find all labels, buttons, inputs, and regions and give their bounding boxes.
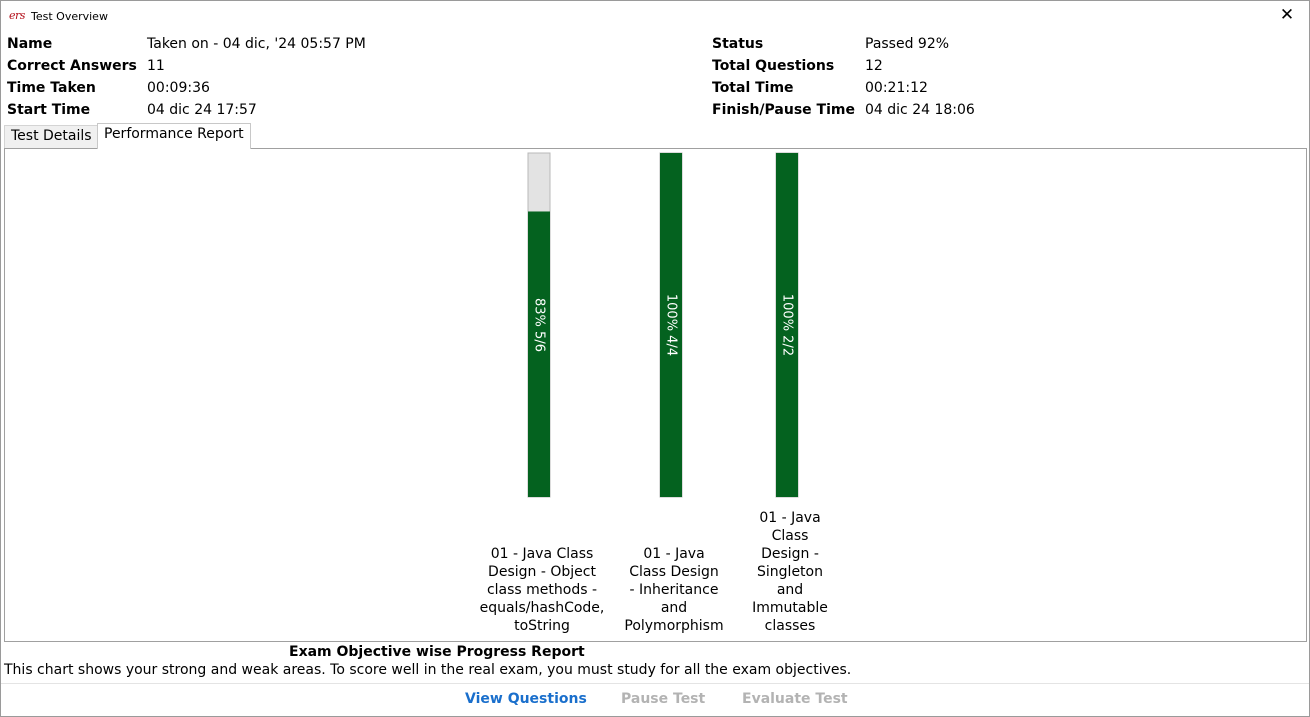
summary-row-finish-pause-time: Finish/Pause Time 04 dic 24 18:06 (712, 100, 1292, 122)
summary-value: 04 dic 24 17:57 (147, 102, 257, 118)
bar-category-label: 01 - Java Class Design - Singleton and Immuta… (745, 509, 835, 635)
summary-row-correct-answers: Correct Answers 11 (7, 56, 687, 78)
summary-value: 00:21:12 (865, 80, 928, 96)
summary-label: Name (7, 36, 53, 52)
report-title: Exam Objective wise Progress Report (289, 644, 585, 660)
bar-category-label-line: classes (764, 618, 816, 634)
bar-category-label-line: Design - Object (488, 564, 596, 580)
close-icon[interactable]: ✕ (1265, 1, 1309, 31)
performance-chart-panel: 83% 5/6 100% 4/4 100% 2/2 01 - Java Class D… (4, 148, 1307, 642)
bar-category-label-line: Class Design (629, 564, 719, 580)
bar-category-label-line: - Inheritance (629, 582, 719, 598)
summary-value: 11 (147, 58, 165, 74)
summary-label: Correct Answers (7, 58, 137, 74)
bar-category-label-line: equals/hashCode, (479, 600, 605, 616)
bar-category-label-line: and (660, 600, 688, 616)
summary-row-name: Name Taken on - 04 dic, '24 05:57 PM (7, 34, 687, 56)
bar-category-label-line: class methods - (486, 582, 598, 598)
summary-label: Total Questions (712, 58, 835, 74)
footer-divider (1, 683, 1309, 684)
summary-value: Passed 92% (865, 36, 950, 52)
bar-category-label-line: and (776, 582, 804, 598)
app-logo-icon: ers (9, 9, 25, 22)
bar-category-label: 01 - Java Class Design - Inheritance and Pol… (619, 545, 729, 635)
bar-data-label: 100% 4/4 (664, 294, 679, 356)
summary-row-start-time: Start Time 04 dic 24 17:57 (7, 100, 687, 122)
bar-category-label-line: Singleton (757, 564, 823, 580)
bar-category-label-line: toString (514, 618, 570, 634)
summary-label: Start Time (7, 102, 91, 118)
bar-category-label-line: 01 - Java (759, 510, 821, 526)
summary-value: 12 (865, 58, 883, 74)
summary-row-time-taken: Time Taken 00:09:36 (7, 78, 687, 100)
summary-row-total-questions: Total Questions 12 (712, 56, 1292, 78)
summary-label: Status (712, 36, 764, 52)
bar-data-label: 83% 5/6 (532, 298, 547, 352)
view-questions-button[interactable]: View Questions (465, 691, 587, 707)
test-overview-window: ers Test Overview ✕ Name Taken on - 04 d… (0, 0, 1310, 717)
bar-category-label-line: Immutable (752, 600, 828, 616)
summary-label: Finish/Pause Time (712, 102, 855, 118)
bar-category-label-line: Design - (761, 546, 819, 562)
bar-category-label-line: 01 - Java (643, 546, 705, 562)
summary-row-total-time: Total Time 00:21:12 (712, 78, 1292, 100)
bar-category-label-line: 01 - Java Class (490, 546, 594, 562)
summary-label: Total Time (712, 80, 794, 96)
summary-value: Taken on - 04 dic, '24 05:57 PM (147, 36, 366, 52)
summary-left: Name Taken on - 04 dic, '24 05:57 PM Cor… (7, 34, 687, 122)
summary-row-status: Status Passed 92% (712, 34, 1292, 56)
title-bar: ers Test Overview ✕ (1, 1, 1309, 31)
report-description: This chart shows your strong and weak ar… (4, 662, 852, 678)
tab-test-details[interactable]: Test Details (4, 125, 99, 148)
evaluate-test-button[interactable]: Evaluate Test (742, 691, 848, 707)
bar (528, 211, 550, 498)
summary-right: Status Passed 92% Total Questions 12 Tot… (712, 34, 1292, 122)
tab-performance-report[interactable]: Performance Report (97, 123, 251, 149)
bar-data-label: 100% 2/2 (780, 294, 795, 356)
summary-value: 00:09:36 (147, 80, 210, 96)
window-title: Test Overview (31, 10, 108, 23)
pause-test-button[interactable]: Pause Test (621, 691, 705, 707)
bar-category-label: 01 - Java Class Design - Object class meth… (472, 545, 612, 635)
summary-value: 04 dic 24 18:06 (865, 102, 975, 118)
bar-category-label-line: Polymorphism (624, 618, 724, 634)
summary-label: Time Taken (7, 80, 96, 96)
bar-category-label-line: Class (771, 528, 809, 544)
